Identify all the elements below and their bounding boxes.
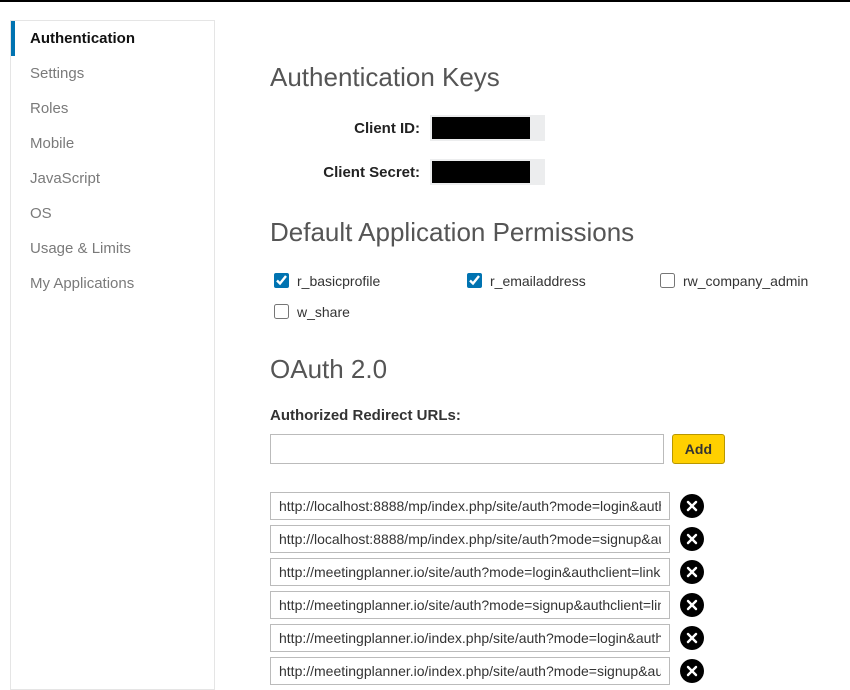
close-icon	[686, 632, 698, 644]
client-secret-redacted	[432, 161, 530, 183]
client-id-redacted	[432, 117, 530, 139]
close-icon	[686, 665, 698, 677]
remove-url-button[interactable]	[680, 593, 704, 617]
sidebar-item-my-applications[interactable]: My Applications	[11, 266, 214, 301]
remove-url-button[interactable]	[680, 659, 704, 683]
permission-checkbox-rw_company_admin[interactable]	[660, 273, 675, 288]
permission-checkbox-w_share[interactable]	[274, 304, 289, 319]
remove-url-button[interactable]	[680, 626, 704, 650]
sidebar-item-os[interactable]: OS	[11, 196, 214, 231]
redirect-url-row	[270, 525, 850, 553]
permission-label: r_emailaddress	[490, 273, 586, 289]
client-id-row: Client ID:	[270, 115, 850, 141]
remove-url-button[interactable]	[680, 527, 704, 551]
permissions-grid: r_basicprofile r_emailaddress rw_company_a…	[270, 270, 850, 322]
sidebar-item-settings[interactable]: Settings	[11, 56, 214, 91]
permission-r_emailaddress[interactable]: r_emailaddress	[463, 270, 656, 291]
sidebar-item-authentication[interactable]: Authentication	[11, 21, 214, 56]
sidebar-item-roles[interactable]: Roles	[11, 91, 214, 126]
permission-r_basicprofile[interactable]: r_basicprofile	[270, 270, 463, 291]
redirect-url-row	[270, 657, 850, 685]
permission-rw_company_admin[interactable]: rw_company_admin	[656, 270, 849, 291]
permission-checkbox-r_basicprofile[interactable]	[274, 273, 289, 288]
remove-url-button[interactable]	[680, 494, 704, 518]
close-icon	[686, 566, 698, 578]
redirect-url-input[interactable]	[270, 492, 670, 520]
add-url-button[interactable]: Add	[672, 434, 725, 464]
auth-keys-title: Authentication Keys	[270, 62, 850, 93]
redirect-url-list	[270, 492, 850, 685]
permissions-title: Default Application Permissions	[270, 217, 850, 248]
main-content: Authentication Keys Client ID: Client Se…	[215, 20, 850, 690]
redirect-url-input[interactable]	[270, 558, 670, 586]
permission-label: r_basicprofile	[297, 273, 380, 289]
client-secret-value	[430, 159, 545, 185]
url-add-row: Add	[270, 434, 725, 464]
client-secret-row: Client Secret:	[270, 159, 850, 185]
page-layout: AuthenticationSettingsRolesMobileJavaScr…	[0, 2, 850, 690]
permission-label: rw_company_admin	[683, 273, 808, 289]
permission-label: w_share	[297, 304, 350, 320]
close-icon	[686, 533, 698, 545]
oauth-title: OAuth 2.0	[270, 354, 850, 385]
close-icon	[686, 599, 698, 611]
redirect-url-input[interactable]	[270, 624, 670, 652]
new-redirect-url-input[interactable]	[270, 434, 664, 464]
redirect-url-input[interactable]	[270, 591, 670, 619]
sidebar-item-mobile[interactable]: Mobile	[11, 126, 214, 161]
permission-w_share[interactable]: w_share	[270, 301, 463, 322]
redirect-url-input[interactable]	[270, 657, 670, 685]
client-secret-label: Client Secret:	[270, 164, 430, 181]
sidebar-item-usage-limits[interactable]: Usage & Limits	[11, 231, 214, 266]
close-icon	[686, 500, 698, 512]
redirect-urls-label: Authorized Redirect URLs:	[270, 407, 850, 424]
redirect-url-row	[270, 492, 850, 520]
redirect-url-row	[270, 624, 850, 652]
client-id-label: Client ID:	[270, 120, 430, 137]
remove-url-button[interactable]	[680, 560, 704, 584]
redirect-url-row	[270, 591, 850, 619]
permission-checkbox-r_emailaddress[interactable]	[467, 273, 482, 288]
sidebar: AuthenticationSettingsRolesMobileJavaScr…	[10, 20, 215, 690]
sidebar-item-javascript[interactable]: JavaScript	[11, 161, 214, 196]
redirect-url-row	[270, 558, 850, 586]
redirect-url-input[interactable]	[270, 525, 670, 553]
client-id-value	[430, 115, 545, 141]
